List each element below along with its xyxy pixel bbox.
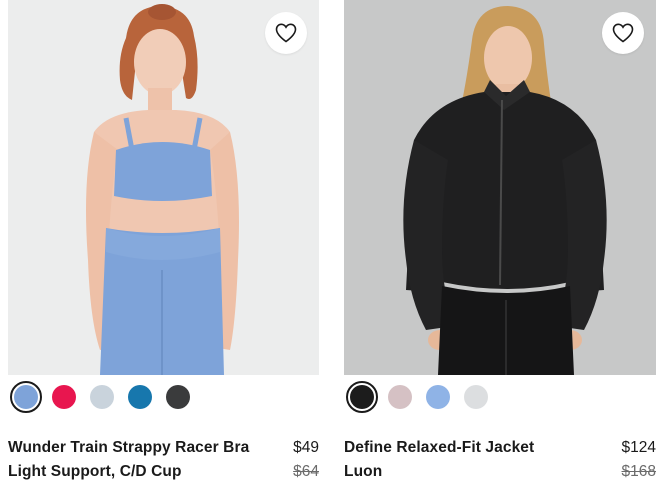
product-card[interactable]: Define Relaxed-Fit Jacket Luon $124 $168 — [344, 0, 656, 480]
original-price: $168 — [621, 463, 656, 480]
color-swatch[interactable] — [162, 381, 194, 413]
model-in-black-jacket-photo — [403, 6, 607, 375]
product-name-link[interactable]: Define Relaxed-Fit Jacket Luon — [344, 436, 604, 484]
heart-outline-icon — [612, 23, 634, 43]
product-price: $49 $64 — [293, 436, 319, 484]
product-name-link[interactable]: Wunder Train Strappy Racer Bra Light Sup… — [8, 436, 268, 484]
color-swatch[interactable] — [86, 381, 118, 413]
product-subtitle: Light Support, C/D Cup — [8, 463, 182, 480]
color-swatch[interactable] — [422, 381, 454, 413]
color-swatch[interactable] — [460, 381, 492, 413]
color-swatch[interactable] — [384, 381, 416, 413]
model-in-sports-bra-photo — [86, 4, 239, 375]
product-image[interactable] — [8, 0, 319, 375]
sale-price: $49 — [293, 439, 319, 456]
add-to-wishlist-button[interactable] — [265, 12, 307, 54]
add-to-wishlist-button[interactable] — [602, 12, 644, 54]
heart-outline-icon — [275, 23, 297, 43]
color-swatch-selected[interactable] — [346, 381, 378, 413]
color-swatch[interactable] — [124, 381, 156, 413]
color-swatch-selected[interactable] — [10, 381, 42, 413]
product-name: Define Relaxed-Fit Jacket — [344, 439, 535, 456]
sale-price: $124 — [621, 439, 656, 456]
product-subtitle: Luon — [344, 463, 383, 480]
product-card[interactable]: Wunder Train Strappy Racer Bra Light Sup… — [8, 0, 319, 480]
product-price: $124 $168 — [622, 436, 656, 484]
product-image[interactable] — [344, 0, 656, 375]
product-name: Wunder Train Strappy Racer Bra — [8, 439, 250, 456]
original-price: $64 — [293, 463, 319, 480]
color-swatch[interactable] — [48, 381, 80, 413]
